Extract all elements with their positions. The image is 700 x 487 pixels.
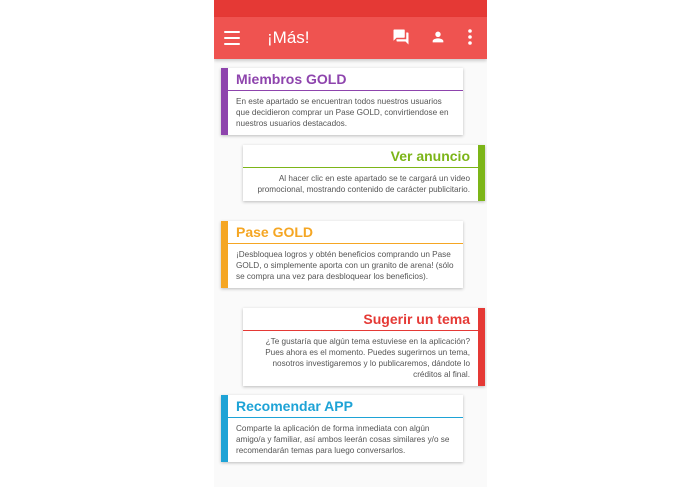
card-description: En este apartado se encuentran todos nue…: [236, 97, 449, 128]
chat-icon[interactable]: [392, 28, 410, 46]
card-description: Comparte la aplicación de forma inmediat…: [236, 424, 450, 455]
card-recomendar-app[interactable]: Recomendar APP Comparte la aplicación de…: [221, 395, 463, 462]
app-bar: ¡Más!: [214, 17, 487, 59]
card-description: Al hacer clic en este apartado se te car…: [257, 174, 470, 194]
more-vert-icon[interactable]: [467, 28, 473, 46]
card-pase-gold[interactable]: Pase GOLD ¡Desbloquea logros y obtén ben…: [221, 221, 463, 288]
card-title: Pase GOLD: [228, 221, 463, 244]
person-icon[interactable]: [430, 28, 446, 46]
card-title: Recomendar APP: [228, 395, 463, 418]
card-miembros-gold[interactable]: Miembros GOLD En este apartado se encuen…: [221, 68, 463, 135]
card-title: Miembros GOLD: [228, 68, 463, 91]
card-ver-anuncio[interactable]: Ver anuncio Al hacer clic en este aparta…: [243, 145, 485, 201]
card-title: Ver anuncio: [243, 145, 478, 168]
menu-icon[interactable]: [224, 31, 240, 45]
status-bar: [214, 0, 487, 17]
card-description: ¿Te gustaría que algún tema estuviese en…: [265, 337, 470, 379]
card-description: ¡Desbloquea logros y obtén beneficios co…: [236, 250, 454, 281]
page-title: ¡Más!: [267, 28, 310, 47]
card-sugerir-tema[interactable]: Sugerir un tema ¿Te gustaría que algún t…: [243, 308, 485, 386]
phone-screen: ¡Más! Miembros GOLD En este apartado se …: [214, 0, 487, 487]
card-title: Sugerir un tema: [243, 308, 478, 331]
